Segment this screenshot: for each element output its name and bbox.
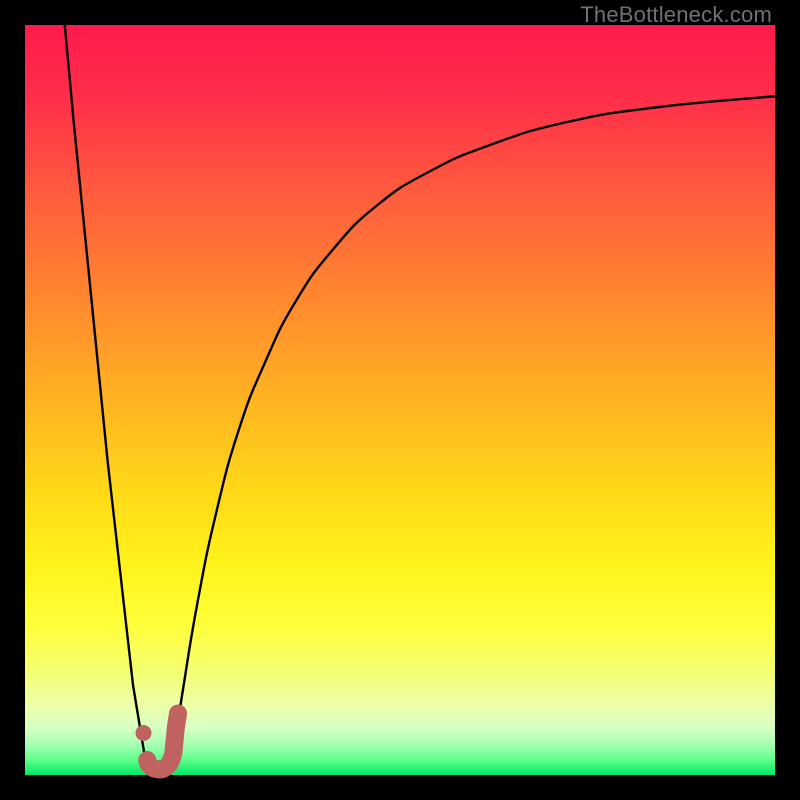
- watermark-text: TheBottleneck.com: [580, 2, 772, 28]
- curve-layer: [25, 25, 775, 775]
- j-marker-dot: [136, 725, 152, 741]
- curve-left-branch: [65, 25, 148, 771]
- curve-right-branch: [170, 96, 775, 775]
- j-marker-hook: [147, 714, 178, 770]
